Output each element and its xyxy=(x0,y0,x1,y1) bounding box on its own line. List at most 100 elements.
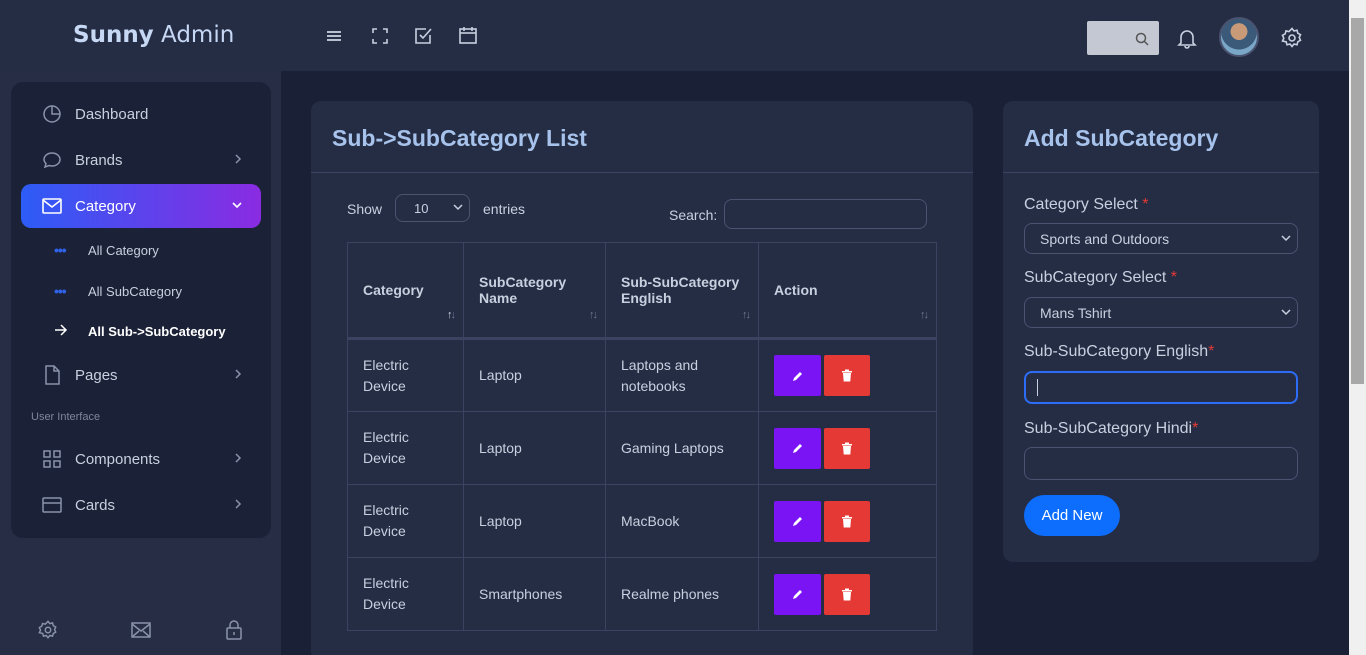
pencil-icon xyxy=(792,444,802,453)
cell-subcategory: Smartphones xyxy=(463,557,606,631)
chevron-down-icon xyxy=(1281,235,1291,242)
category-select[interactable]: Sports and Outdoors xyxy=(1024,223,1298,254)
sidebar-subitem-all-subcategory[interactable]: ••• All SubCategory xyxy=(54,283,182,299)
avatar[interactable] xyxy=(1219,17,1259,57)
top-header: Sunny Admin xyxy=(0,0,1349,71)
lock-icon[interactable] xyxy=(226,620,242,640)
text-caret xyxy=(1037,379,1038,396)
edit-button[interactable] xyxy=(774,427,821,469)
sidebar-subitem-all-category[interactable]: ••• All Category xyxy=(54,242,159,258)
scrollbar-thumb[interactable] xyxy=(1351,18,1364,384)
subcategory-select[interactable]: Mans Tshirt xyxy=(1024,297,1298,328)
cell-subsub-english: Gaming Laptops xyxy=(605,411,759,485)
fullscreen-icon[interactable] xyxy=(370,26,390,46)
cell-subcategory: Laptop xyxy=(463,484,606,558)
cell-subsub-english: Laptops and notebooks xyxy=(605,338,759,412)
column-header-subsub-english[interactable]: Sub-SubCategory English ↑↓ xyxy=(605,242,759,340)
sidebar-item-label: Components xyxy=(75,450,161,468)
delete-button[interactable] xyxy=(824,573,870,615)
edit-button[interactable] xyxy=(774,500,821,542)
grid-icon xyxy=(41,450,63,468)
sidebar-subitem-label: All SubCategory xyxy=(88,283,182,299)
bell-icon[interactable] xyxy=(1176,27,1198,49)
mail-icon[interactable] xyxy=(131,621,151,639)
sidebar-item-components[interactable]: Components xyxy=(21,437,261,481)
sidebar-item-dashboard[interactable]: Dashboard xyxy=(21,92,261,136)
card-divider xyxy=(311,172,973,173)
page-scrollbar[interactable] xyxy=(1349,0,1366,655)
table-header-row: Category ↑↓ SubCategory Name ↑↓ Sub-SubCat… xyxy=(347,242,937,340)
chevron-right-icon xyxy=(235,499,242,509)
trash-icon xyxy=(842,442,852,454)
chat-icon xyxy=(41,150,63,170)
subsub-english-label: Sub-SubCategory English* xyxy=(1024,343,1214,361)
card-divider xyxy=(1003,172,1319,173)
delete-button[interactable] xyxy=(824,427,870,469)
form-card: Add SubCategory xyxy=(1003,101,1319,562)
pencil-icon xyxy=(792,371,802,381)
sidebar-item-pages[interactable]: Pages xyxy=(21,353,261,397)
checkbox-icon[interactable] xyxy=(414,26,434,46)
add-new-button[interactable]: Add New xyxy=(1024,495,1120,536)
select-value: Mans Tshirt xyxy=(1040,305,1112,321)
column-header-subcategory[interactable]: SubCategory Name ↑↓ xyxy=(463,242,606,340)
pie-chart-icon xyxy=(41,104,63,124)
entries-select[interactable]: 10 xyxy=(395,194,470,222)
column-header-label: Sub-SubCategory English xyxy=(621,274,740,306)
sidebar-item-brands[interactable]: Brands xyxy=(21,138,261,182)
chevron-down-icon xyxy=(1281,309,1291,316)
brand-logo[interactable]: Sunny Admin xyxy=(73,22,234,48)
settings-icon[interactable] xyxy=(38,620,58,640)
cell-action xyxy=(758,338,937,412)
table-search-input[interactable] xyxy=(724,199,927,229)
sort-icon: ↑↓ xyxy=(447,309,456,321)
sort-icon: ↑↓ xyxy=(589,309,598,321)
label-text: SubCategory Select xyxy=(1024,269,1171,286)
sidebar-subitem-label: All Sub->SubCategory xyxy=(88,323,226,339)
subcategory-select-label: SubCategory Select * xyxy=(1024,269,1177,287)
edit-button[interactable] xyxy=(774,573,821,615)
cell-subsub-english: MacBook xyxy=(605,484,759,558)
sidebar-item-category[interactable]: Category xyxy=(21,184,261,228)
chevron-down-icon xyxy=(453,204,463,211)
category-select-label: Category Select * xyxy=(1024,196,1149,214)
trash-icon xyxy=(842,369,852,382)
column-header-label: Category xyxy=(363,282,424,298)
pencil-icon xyxy=(792,590,802,599)
header-search[interactable] xyxy=(1087,21,1159,55)
search-label: Search: xyxy=(669,207,718,223)
show-label: Show xyxy=(347,201,383,217)
subsub-english-input[interactable] xyxy=(1024,371,1298,404)
column-header-category[interactable]: Category ↑↓ xyxy=(347,242,464,340)
cell-subcategory: Laptop xyxy=(463,411,606,485)
sidebar-subitem-all-sub-subcategory[interactable]: All Sub->SubCategory xyxy=(54,323,226,339)
cell-subcategory: Laptop xyxy=(463,338,606,412)
column-header-action[interactable]: Action ↑↓ xyxy=(758,242,937,340)
delete-button[interactable] xyxy=(824,355,870,396)
cell-category: Electric Device xyxy=(347,484,464,558)
required-mark: * xyxy=(1208,343,1215,360)
mail-icon xyxy=(41,197,63,215)
menu-icon[interactable] xyxy=(325,26,345,46)
calendar-icon[interactable] xyxy=(458,25,478,45)
cell-category: Electric Device xyxy=(347,557,464,631)
entries-label: entries xyxy=(483,201,526,217)
brand-bold-text: Sunny xyxy=(73,22,154,48)
card-icon xyxy=(41,497,63,513)
sidebar-item-label: Dashboard xyxy=(75,105,149,123)
search-icon xyxy=(1135,32,1149,46)
subsub-hindi-input[interactable] xyxy=(1024,447,1298,480)
arrow-right-icon xyxy=(54,323,70,339)
chevron-right-icon xyxy=(235,369,242,379)
gear-icon[interactable] xyxy=(1281,27,1303,49)
table-row: Electric Device Laptop Gaming Laptops xyxy=(347,411,937,485)
edit-button[interactable] xyxy=(774,355,821,396)
entries-select-value: 10 xyxy=(414,201,429,216)
required-mark: * xyxy=(1192,420,1199,437)
sidebar-item-cards[interactable]: Cards xyxy=(21,483,261,527)
delete-button[interactable] xyxy=(824,500,870,542)
table-row: Electric Device Smartphones Realme phone… xyxy=(347,557,937,631)
sidebar-section-label: User Interface xyxy=(31,411,101,423)
dots-icon: ••• xyxy=(54,283,67,299)
file-icon xyxy=(41,365,63,385)
